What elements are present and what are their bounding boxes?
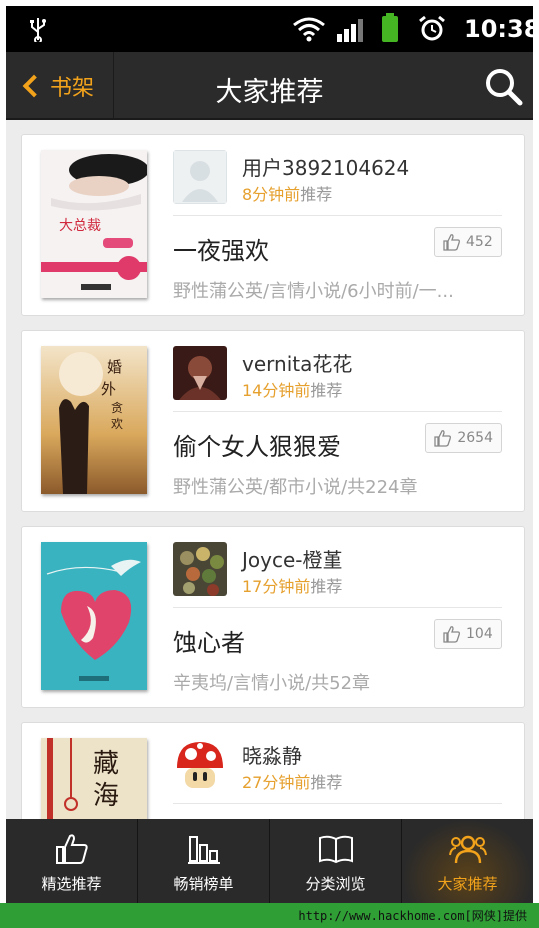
divider	[173, 215, 502, 216]
like-count: 452	[466, 234, 493, 250]
thumbs-up-icon	[434, 430, 452, 447]
signal-icon	[337, 19, 363, 42]
recommend-time: 14分钟前推荐	[242, 377, 342, 401]
minutes-ago: 14分钟前	[242, 381, 311, 400]
tab-label: 大家推荐	[437, 875, 498, 893]
user-avatar[interactable]	[173, 150, 227, 204]
book-title[interactable]: 蚀心者	[173, 623, 245, 658]
bottom-tab-bar: 精选推荐 畅销榜单 分类浏览 大家推荐	[6, 819, 533, 903]
book-cover-image[interactable]: 婚 外 贪 欢	[41, 346, 147, 494]
phone-screen: 10:38 书架 大家推荐 大总裁 用户3892104624 8分钟前推荐 一夜…	[6, 6, 533, 903]
battery-icon	[382, 13, 398, 42]
recommend-suffix: 推荐	[310, 381, 343, 400]
svg-text:贪: 贪	[111, 400, 123, 415]
like-count: 2654	[457, 430, 493, 446]
user-name[interactable]: 用户3892104624	[242, 152, 409, 181]
svg-text:海: 海	[93, 781, 119, 811]
minutes-ago: 27分钟前	[242, 773, 311, 792]
recommend-time: 17分钟前推荐	[242, 573, 342, 597]
svg-text:欢: 欢	[111, 416, 123, 431]
alarm-icon	[419, 15, 445, 41]
svg-text:藏: 藏	[93, 749, 119, 779]
tab-bestsellers[interactable]: 畅销榜单	[138, 819, 270, 903]
like-button[interactable]: 2654	[425, 423, 502, 453]
chevron-left-icon	[22, 74, 46, 98]
bar-chart-icon	[187, 836, 220, 864]
like-count: 104	[466, 626, 493, 642]
book-info: 野性蒲公英/都市小说/共224章	[173, 477, 418, 498]
book-cover-image[interactable]: 大总裁	[41, 150, 147, 298]
divider	[173, 803, 502, 804]
user-name[interactable]: 晓淼静	[242, 740, 302, 769]
tab-label: 精选推荐	[41, 875, 102, 893]
people-icon	[448, 835, 487, 864]
status-bar: 10:38	[6, 6, 533, 52]
book-info: 野性蒲公英/言情小说/6小时前/一...	[173, 281, 454, 302]
like-button[interactable]: 104	[434, 619, 502, 649]
svg-text:大总裁: 大总裁	[59, 218, 101, 234]
footer-credit: http://www.hackhome.com[网侠]提供	[298, 909, 527, 923]
search-icon[interactable]	[481, 64, 525, 108]
thumbs-up-icon	[443, 234, 460, 251]
book-title[interactable]: 一夜强欢	[173, 231, 269, 266]
user-name[interactable]: vernita花花	[242, 348, 352, 377]
open-book-icon	[318, 835, 353, 864]
back-label: 书架	[50, 76, 95, 101]
book-title[interactable]: 偷个女人狠狠爱	[173, 427, 341, 462]
recommend-time: 8分钟前推荐	[242, 181, 332, 205]
user-avatar[interactable]	[173, 738, 227, 792]
svg-text:外: 外	[101, 380, 116, 398]
divider	[173, 607, 502, 608]
like-button[interactable]: 452	[434, 227, 502, 257]
user-avatar[interactable]	[173, 542, 227, 596]
recommendation-card[interactable]: 婚 外 贪 欢 vernita花花 14分钟前推荐 偷个女人狠狠爱 2654 野…	[21, 330, 525, 512]
back-to-bookshelf-button[interactable]: 书架	[6, 52, 114, 120]
minutes-ago: 17分钟前	[242, 577, 311, 596]
recommend-suffix: 推荐	[310, 577, 343, 596]
book-info: 辛夷坞/言情小说/共52章	[173, 673, 371, 694]
usb-icon	[30, 18, 46, 42]
minutes-ago: 8分钟前	[242, 185, 301, 204]
tab-label: 畅销榜单	[173, 875, 234, 893]
wifi-icon	[293, 17, 325, 42]
status-time: 10:38	[464, 15, 533, 43]
recommend-time: 27分钟前推荐	[242, 769, 342, 793]
recommend-suffix: 推荐	[310, 773, 343, 792]
tab-featured[interactable]: 精选推荐	[6, 819, 138, 903]
recommendation-card[interactable]: 大总裁 用户3892104624 8分钟前推荐 一夜强欢 452 野性蒲公英/言…	[21, 134, 525, 316]
user-name[interactable]: Joyce-橙堇	[242, 544, 343, 573]
divider	[173, 411, 502, 412]
tab-community-picks[interactable]: 大家推荐	[402, 819, 533, 903]
recommendation-card[interactable]: Joyce-橙堇 17分钟前推荐 蚀心者 104 辛夷坞/言情小说/共52章	[21, 526, 525, 708]
book-cover-image[interactable]	[41, 542, 147, 690]
recommend-suffix: 推荐	[300, 185, 333, 204]
top-nav-bar: 书架 大家推荐	[6, 52, 533, 120]
user-avatar[interactable]	[173, 346, 227, 400]
thumbs-up-icon	[55, 834, 88, 864]
svg-text:婚: 婚	[107, 358, 122, 376]
tab-label: 分类浏览	[305, 875, 366, 893]
tab-categories[interactable]: 分类浏览	[270, 819, 402, 903]
footer-bar: http://www.hackhome.com[网侠]提供	[0, 903, 539, 928]
thumbs-up-icon	[443, 626, 460, 643]
